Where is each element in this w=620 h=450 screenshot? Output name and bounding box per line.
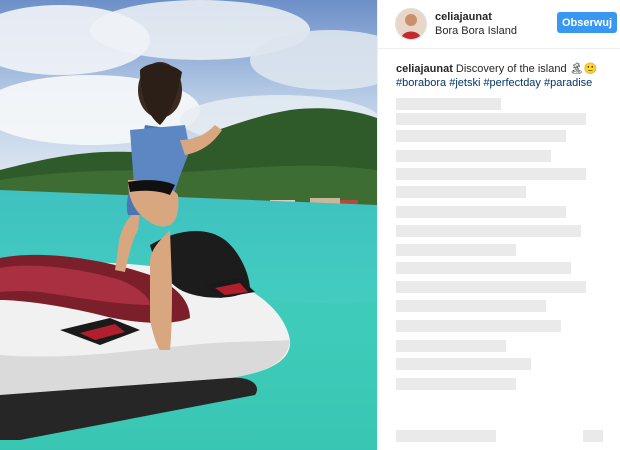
avatar[interactable] [395, 8, 427, 40]
blurred-block [583, 430, 603, 442]
caption: celiajaunat Discovery of the island 🏝🙂 #… [396, 62, 616, 90]
post-sidebar: celiajaunat Bora Bora Island Obserwuj ce… [377, 0, 620, 450]
blurred-block [396, 244, 516, 256]
post-photo[interactable] [0, 0, 377, 450]
caption-username[interactable]: celiajaunat [396, 63, 453, 75]
blurred-block [396, 320, 561, 332]
blurred-block [396, 168, 586, 180]
blurred-block [396, 281, 586, 293]
blurred-block [396, 300, 546, 312]
blurred-block [396, 340, 506, 352]
blurred-block [396, 186, 526, 198]
blurred-block [396, 430, 496, 442]
blurred-block [396, 225, 581, 237]
blurred-block [396, 130, 566, 142]
username-link[interactable]: celiajaunat [435, 11, 492, 23]
blurred-block [396, 358, 531, 370]
blurred-block [396, 98, 501, 110]
blurred-block [396, 262, 571, 274]
blurred-block [396, 378, 516, 390]
caption-hashtags[interactable]: #borabora #jetski #perfectday #paradise [396, 77, 592, 89]
blurred-block [396, 206, 566, 218]
location-link[interactable]: Bora Bora Island [435, 25, 517, 37]
blurred-block [396, 150, 551, 162]
caption-text: Discovery of the island 🏝🙂 [455, 63, 598, 75]
post-header: celiajaunat Bora Bora Island Obserwuj [378, 0, 620, 49]
blurred-block [396, 113, 586, 125]
follow-button[interactable]: Obserwuj [557, 12, 617, 33]
